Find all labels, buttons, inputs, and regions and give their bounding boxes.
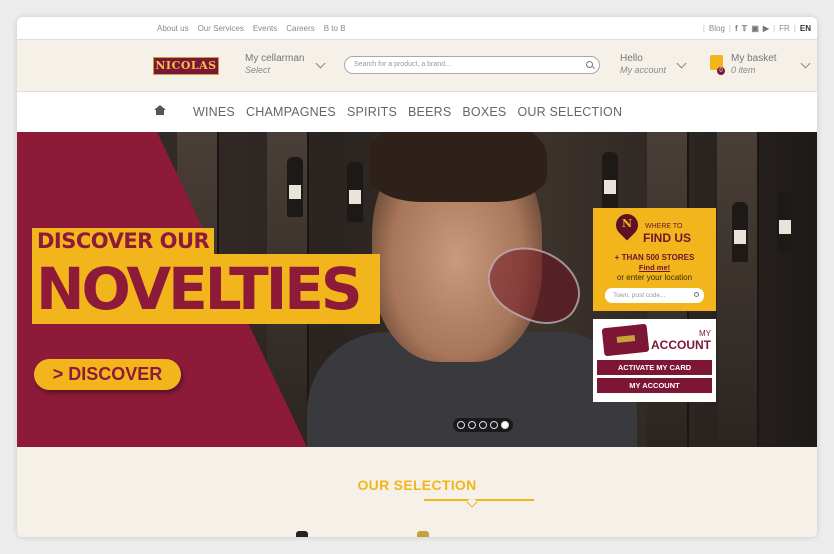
hero-banner[interactable]: DISCOVER OUR NOVELTIES > DISCOVER N WHER… [17, 132, 817, 447]
carousel-dot-1[interactable] [457, 421, 465, 429]
carousel-dot-3[interactable] [479, 421, 487, 429]
careers-link[interactable]: Careers [286, 24, 314, 33]
stores-count: + THAN 500 STORES [614, 253, 695, 262]
nav-item-champagnes[interactable]: CHAMPAGNES [246, 105, 336, 119]
twitter-icon[interactable]: 𝕋 [742, 24, 748, 33]
product-image [417, 531, 429, 537]
find-us-title: FIND US [643, 231, 691, 245]
carousel-dot-2[interactable] [468, 421, 476, 429]
selection-title: OUR SELECTION [357, 477, 477, 493]
divider: | [773, 24, 776, 33]
location-placeholder: Town, post code... [613, 292, 666, 299]
wine-bottle [602, 152, 618, 212]
top-right-links: | Blog | f 𝕋 ▣ ▶ | FR | EN [703, 24, 811, 33]
wine-shelf [717, 132, 759, 447]
main-nav: WINES CHAMPAGNES SPIRITS BEERS BOXES OUR… [17, 92, 817, 132]
hero-headline-line2: NOVELTIES [32, 254, 380, 324]
chevron-down-icon[interactable] [676, 58, 687, 69]
nav-item-our-selection[interactable]: OUR SELECTION [517, 105, 622, 119]
nicolas-logo[interactable]: NICOLAS [153, 57, 219, 75]
basket-selector[interactable]: My basket 0 item [731, 53, 777, 75]
hello-label: Hello [620, 53, 643, 64]
chevron-down-icon[interactable] [315, 58, 326, 69]
lang-fr-link[interactable]: FR [779, 24, 790, 33]
loyalty-card-image [601, 323, 650, 357]
cellarman-selector[interactable]: My cellarman Select [245, 53, 304, 75]
pin-letter: N [622, 217, 633, 230]
nav-items: WINES CHAMPAGNES SPIRITS BEERS BOXES OUR… [193, 105, 622, 119]
wine-bottle [287, 157, 303, 217]
selection-underline [424, 497, 534, 507]
account-title: ACCOUNT [651, 338, 711, 352]
my-account-button[interactable]: MY ACCOUNT [597, 378, 712, 393]
youtube-icon[interactable]: ▶ [763, 24, 769, 33]
our-selection-section: OUR SELECTION [17, 447, 817, 537]
nav-item-wines[interactable]: WINES [193, 105, 235, 119]
man-hair [369, 132, 547, 202]
browser-page: About us Our Services Events Careers B t… [17, 17, 817, 537]
wine-bottle [732, 202, 748, 262]
blog-link[interactable]: Blog [709, 24, 725, 33]
search-icon[interactable] [586, 61, 593, 68]
find-me-link[interactable]: Find me! [593, 263, 716, 272]
wine-bottle [347, 162, 363, 222]
nav-item-spirits[interactable]: SPIRITS [347, 105, 397, 119]
carousel-dot-4[interactable] [490, 421, 498, 429]
product-image [296, 531, 308, 537]
enter-location-text: or enter your location [616, 273, 693, 282]
home-icon[interactable] [154, 105, 166, 115]
account-selector[interactable]: Hello My account [620, 53, 666, 75]
divider: | [728, 24, 731, 33]
top-links: About us Our Services Events Careers B t… [157, 24, 346, 33]
carousel-dot-5[interactable] [501, 421, 509, 429]
chevron-down-icon[interactable] [800, 58, 811, 69]
discover-button[interactable]: > DISCOVER [34, 359, 181, 390]
divider: | [702, 24, 705, 33]
cellarman-label: My cellarman [245, 53, 305, 64]
b-to-b-link[interactable]: B to B [324, 24, 346, 33]
my-account-label: My account [620, 65, 667, 75]
location-input[interactable]: Town, post code... [605, 288, 704, 303]
about-us-link[interactable]: About us [157, 24, 189, 33]
divider: | [793, 24, 796, 33]
hero-headline-line1: DISCOVER OUR [32, 228, 215, 254]
my-account-panel: MY ACCOUNT ACTIVATE MY CARD MY ACCOUNT [593, 319, 716, 402]
find-us-panel: N WHERE TO FIND US + THAN 500 STORES Fin… [593, 208, 716, 311]
account-my-label: MY [699, 329, 711, 338]
top-bar: About us Our Services Events Careers B t… [17, 17, 817, 40]
events-link[interactable]: Events [253, 24, 277, 33]
basket-label: My basket [731, 53, 777, 64]
our-services-link[interactable]: Our Services [198, 24, 244, 33]
search-input[interactable]: Search for a product, a brand... [344, 56, 600, 74]
where-to-label: WHERE TO [645, 223, 683, 230]
search-placeholder: Search for a product, a brand... [354, 61, 451, 68]
carousel-dots [453, 418, 513, 432]
wine-bottle [777, 192, 793, 252]
nav-item-beers[interactable]: BEERS [408, 105, 451, 119]
facebook-icon[interactable]: f [735, 24, 738, 33]
lang-en-link[interactable]: EN [800, 24, 811, 33]
cellarman-value: Select [245, 65, 271, 75]
search-icon[interactable] [694, 292, 699, 297]
basket-value: 0 item [731, 65, 756, 75]
nav-item-boxes[interactable]: BOXES [462, 105, 506, 119]
basket-count-badge: 0 [717, 67, 725, 75]
activate-card-button[interactable]: ACTIVATE MY CARD [597, 360, 712, 375]
site-header: NICOLAS My cellarman Select Search for a… [17, 40, 817, 92]
instagram-icon[interactable]: ▣ [751, 24, 759, 33]
